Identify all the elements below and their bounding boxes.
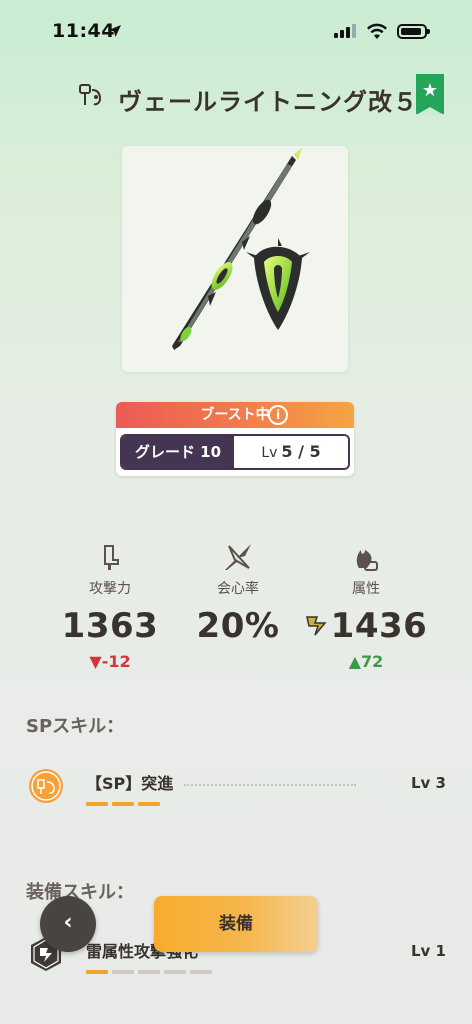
pip-filled: [86, 970, 108, 974]
skill-pips: [86, 802, 160, 806]
pip-empty: [112, 970, 134, 974]
star-icon: ★: [421, 80, 439, 101]
hammer-icon: [79, 84, 102, 106]
grade-label: グレード 10: [122, 436, 234, 468]
info-icon[interactable]: i: [268, 405, 288, 425]
weapon-illustration: [172, 148, 310, 350]
skill-row[interactable]: 【SP】突進 Lv 3: [26, 768, 446, 818]
stat-label: 属性: [352, 581, 380, 597]
pip-filled: [138, 802, 160, 806]
stat-element: 属性 1436 ▲72: [296, 540, 436, 671]
skill-level: Lv 1: [411, 942, 446, 960]
stat-value: 1436: [330, 606, 428, 646]
weapon-name: ヴェールライトニング改５: [118, 88, 418, 116]
boost-header: ブースト中 i: [116, 402, 354, 428]
chevron-left-icon: ‹: [63, 910, 73, 935]
cellular-signal-icon: [334, 24, 356, 38]
status-bar: 11:44: [0, 0, 472, 60]
grade-level: Lv 5 / 5: [234, 436, 348, 468]
stat-delta: ▼-12: [89, 652, 131, 671]
skill-pips: [86, 970, 212, 974]
location-arrow-icon: [109, 25, 121, 37]
stat-label: 攻撃力: [89, 581, 131, 597]
wifi-icon: [367, 23, 387, 39]
weapon-image: [122, 146, 348, 372]
stat-value-row: 1436: [296, 606, 436, 646]
equip-button[interactable]: 装備: [154, 896, 318, 952]
skill-name: 【SP】突進: [86, 774, 174, 793]
stat-delta: ▲72: [348, 652, 384, 671]
boost-panel: ブースト中 i グレード 10 Lv 5 / 5: [116, 402, 354, 476]
stat-value: 20%: [196, 606, 280, 646]
pip-filled: [112, 802, 134, 806]
critical-icon: [225, 544, 251, 570]
thunder-icon: [305, 615, 327, 635]
back-button[interactable]: ‹: [40, 896, 96, 952]
element-icon: [356, 550, 378, 571]
level-prefix: Lv: [261, 445, 278, 461]
stat-value: 1363: [61, 606, 159, 646]
level-value: 5 / 5: [281, 442, 321, 461]
sp-skill-icon: [29, 769, 63, 803]
pip-empty: [190, 970, 212, 974]
boost-label: ブースト中: [200, 407, 270, 423]
battery-icon: [397, 24, 430, 39]
sp-skills-title: SPスキル：: [26, 716, 125, 737]
grade-box: グレード 10 Lv 5 / 5: [120, 434, 350, 470]
stat-label: 会心率: [217, 581, 259, 597]
skill-level: Lv 3: [411, 774, 446, 792]
header: ヴェールライトニング改５ ★: [0, 70, 472, 122]
leader-dots: [184, 784, 356, 786]
stat-critical: 会心率 20%: [168, 540, 308, 646]
pip-empty: [138, 970, 160, 974]
stat-attack: 攻撃力 1363 ▼-12: [40, 540, 180, 671]
attack-icon: [104, 545, 119, 570]
pip-filled: [86, 802, 108, 806]
status-time: 11:44: [52, 20, 115, 42]
pip-empty: [164, 970, 186, 974]
bookmark-button[interactable]: ★: [416, 74, 444, 115]
